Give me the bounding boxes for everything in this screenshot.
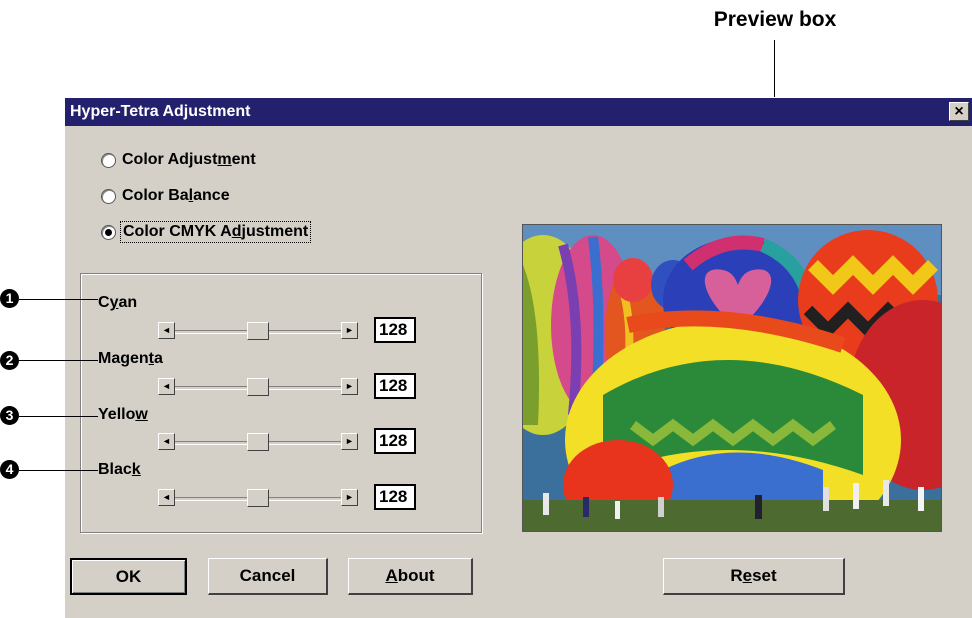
radio-color-balance[interactable]: Color Balance (101, 184, 230, 208)
cyan-label: Cyan (98, 294, 138, 311)
scroll-right-icon[interactable]: ► (341, 322, 358, 339)
radio-selected-icon[interactable] (101, 224, 116, 240)
callout-line (19, 416, 98, 417)
dialog-title: Hyper-Tetra Adjustment (70, 103, 251, 120)
hyper-tetra-dialog: Hyper-Tetra Adjustment × Color Adjustmen… (64, 97, 972, 618)
scroll-right-icon[interactable]: ► (341, 378, 358, 395)
radio-icon[interactable] (101, 152, 116, 168)
callout-marker-2: 2 (0, 351, 19, 370)
slider-thumb[interactable] (247, 433, 269, 451)
magenta-label: Magenta (98, 350, 163, 367)
preview-box (522, 224, 942, 532)
yellow-value[interactable]: 128 (374, 428, 416, 454)
callout-marker-3: 3 (0, 406, 19, 425)
callout-line (19, 360, 98, 361)
title-bar: Hyper-Tetra Adjustment × (65, 98, 972, 126)
ok-button[interactable]: OK (70, 558, 187, 595)
cancel-button[interactable]: Cancel (208, 558, 328, 595)
cyan-value[interactable]: 128 (374, 317, 416, 343)
callout-marker-4: 4 (0, 460, 19, 479)
slider-thumb[interactable] (247, 489, 269, 507)
radio-color-cmyk-adjustment[interactable]: Color CMYK Adjustment (101, 220, 312, 244)
cyan-slider[interactable]: ◄ ► (158, 322, 358, 340)
scroll-right-icon[interactable]: ► (341, 433, 358, 450)
magenta-slider[interactable]: ◄ ► (158, 378, 358, 396)
magenta-value[interactable]: 128 (374, 373, 416, 399)
scroll-left-icon[interactable]: ◄ (158, 378, 175, 395)
radio-icon[interactable] (101, 188, 116, 204)
balloons-preview-image (523, 225, 941, 531)
callout-marker-1: 1 (0, 289, 19, 308)
yellow-label: Yellow (98, 406, 148, 423)
callout-line (19, 470, 98, 471)
scroll-left-icon[interactable]: ◄ (158, 433, 175, 450)
black-slider[interactable]: ◄ ► (158, 489, 358, 507)
radio-label: Color Balance (122, 187, 230, 204)
scroll-left-icon[interactable]: ◄ (158, 489, 175, 506)
black-label: Black (98, 461, 141, 478)
slider-thumb[interactable] (247, 378, 269, 396)
yellow-slider[interactable]: ◄ ► (158, 433, 358, 451)
scroll-left-icon[interactable]: ◄ (158, 322, 175, 339)
preview-box-callout: Preview box (713, 8, 837, 31)
slider-thumb[interactable] (247, 322, 269, 340)
about-button[interactable]: About (348, 558, 473, 595)
scroll-right-icon[interactable]: ► (341, 489, 358, 506)
reset-button[interactable]: Reset (663, 558, 845, 595)
callout-line (19, 299, 98, 300)
close-button[interactable]: × (949, 102, 969, 121)
radio-color-adjustment[interactable]: Color Adjustment (101, 148, 256, 172)
black-value[interactable]: 128 (374, 484, 416, 510)
radio-label: Color CMYK Adjustment (119, 221, 312, 243)
radio-label: Color Adjustment (122, 151, 256, 168)
